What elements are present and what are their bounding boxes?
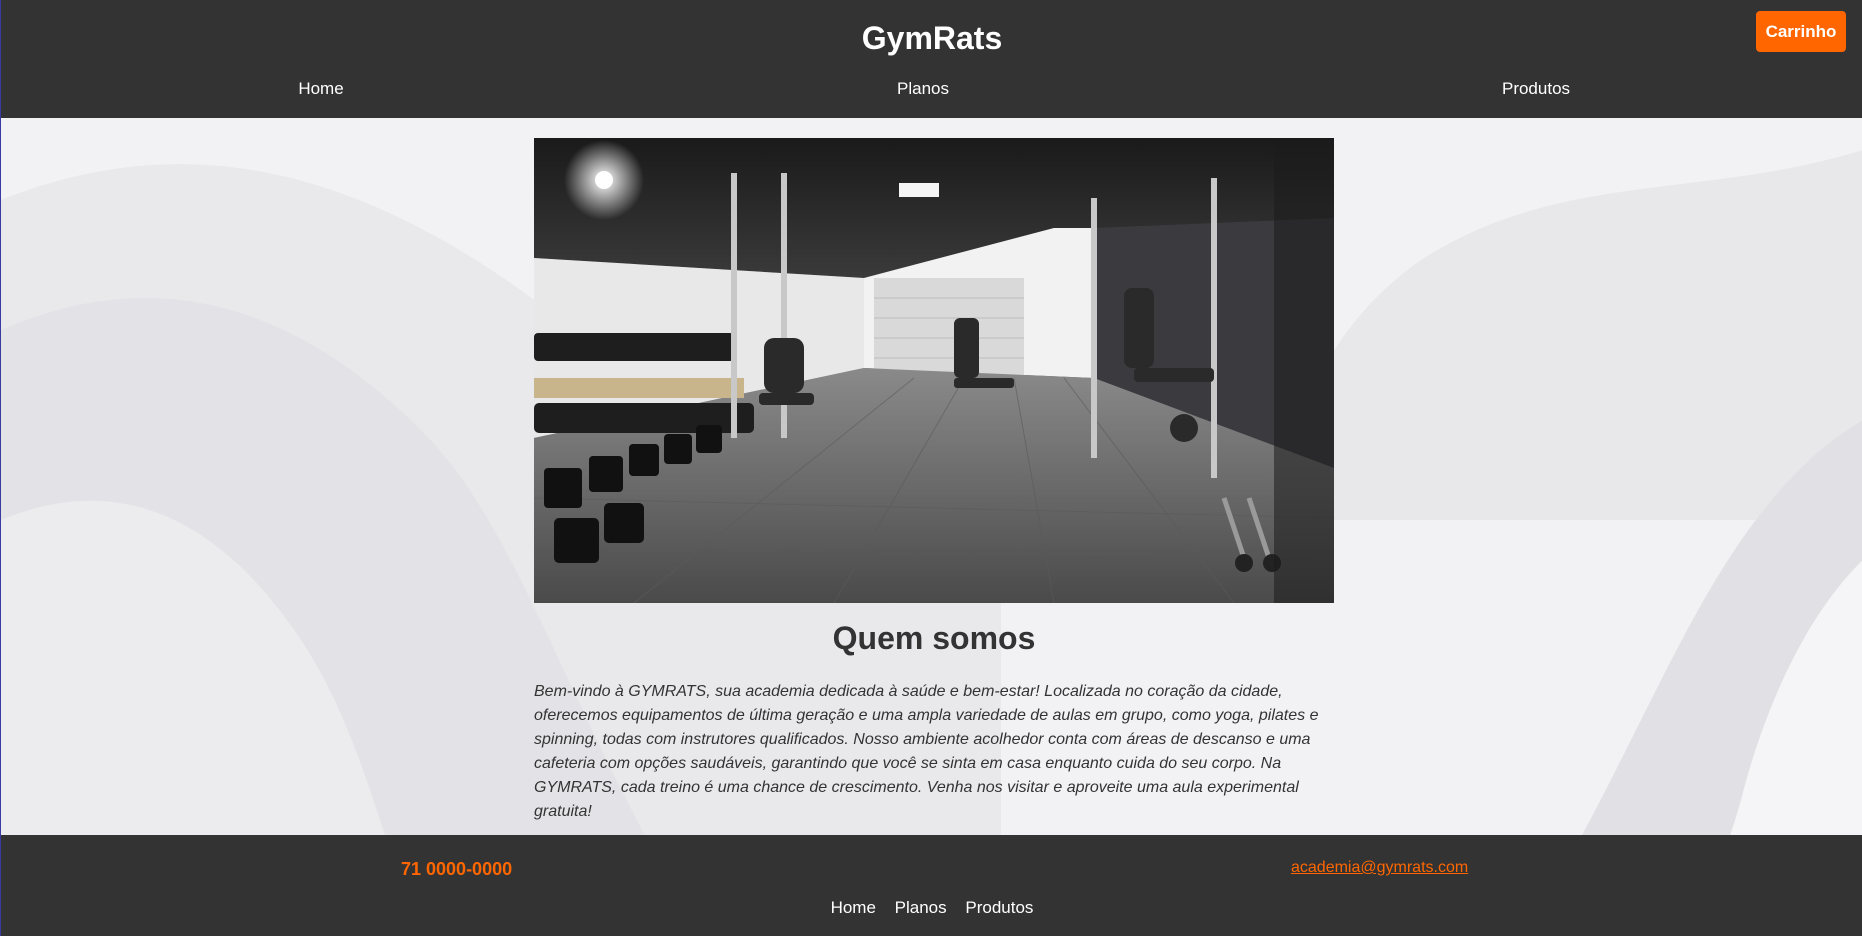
cart-button[interactable]: Carrinho	[1756, 11, 1846, 52]
footer-phone: 71 0000-0000	[401, 859, 513, 879]
footer-nav: Home Planos Produtos	[1, 898, 1862, 918]
gym-hero-image	[534, 138, 1334, 603]
site-header: GymRats Carrinho Home Planos Produtos	[1, 0, 1862, 118]
nav-home[interactable]: Home	[298, 79, 343, 99]
nav-planos[interactable]: Planos	[897, 79, 949, 99]
site-title: GymRats	[861, 20, 1003, 56]
nav-produtos[interactable]: Produtos	[1502, 79, 1570, 99]
main-content: Quem somos Bem-vindo à GYMRATS, sua acad…	[534, 138, 1334, 824]
footer-nav-planos[interactable]: Planos	[895, 898, 947, 917]
footer-nav-produtos[interactable]: Produtos	[965, 898, 1033, 917]
about-heading: Quem somos	[832, 620, 1036, 656]
footer-email-link[interactable]: academia@gymrats.com	[1291, 859, 1468, 877]
about-text: Bem-vindo à GYMRATS, sua academia dedica…	[534, 683, 1319, 820]
footer-nav-home[interactable]: Home	[831, 898, 876, 917]
site-footer: 71 0000-0000 academia@gymrats.com Home P…	[1, 835, 1862, 936]
